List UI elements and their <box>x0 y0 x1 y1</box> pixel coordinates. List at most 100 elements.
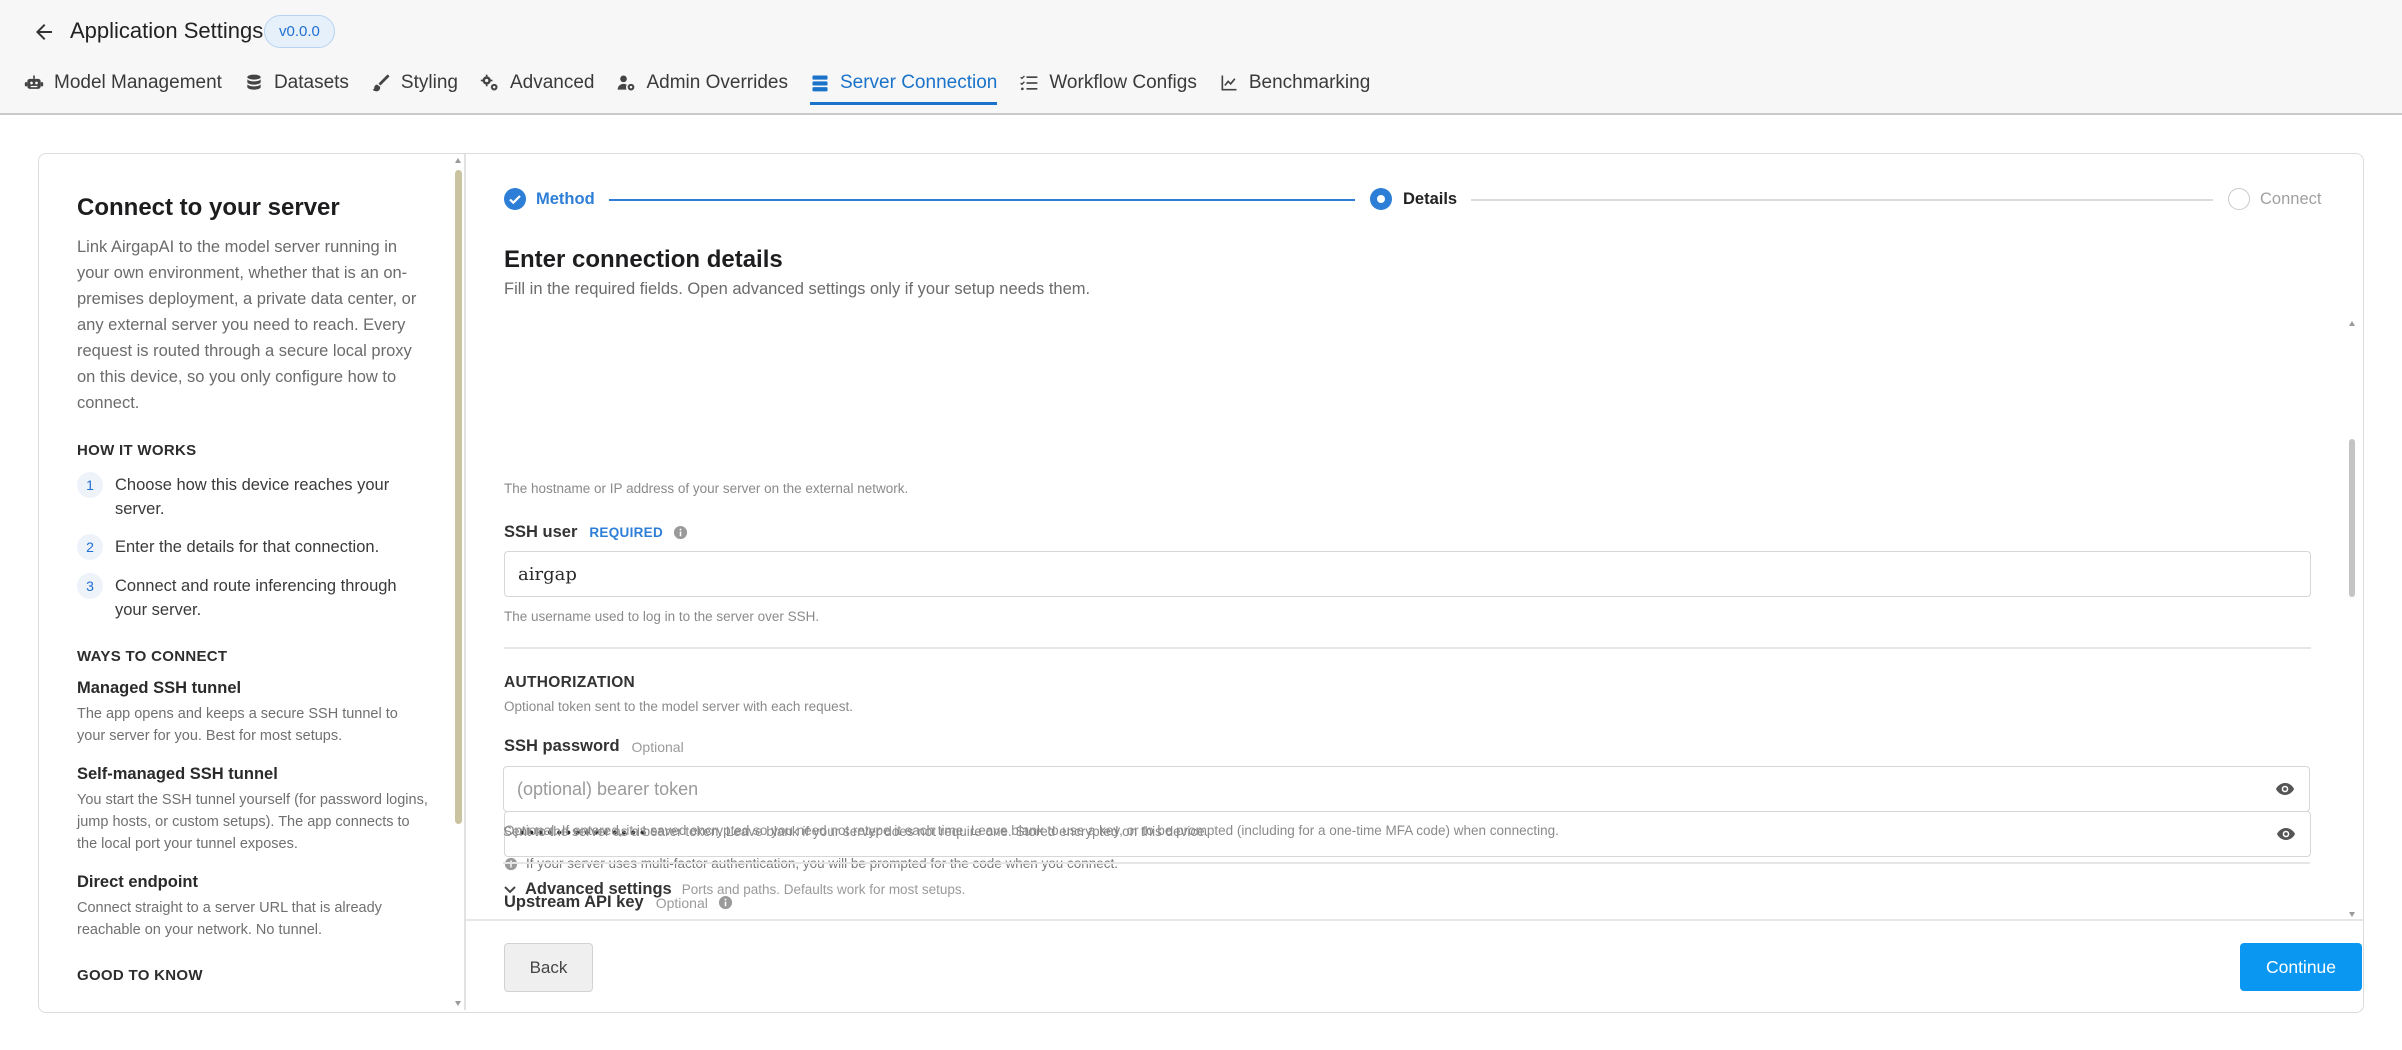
tab-workflow-configs[interactable]: Workflow Configs <box>1019 66 1197 100</box>
ways-to-connect-heading: WAYS TO CONNECT <box>77 648 228 665</box>
chart-line-icon <box>1221 75 1237 91</box>
step-connector-pending <box>1471 199 2213 201</box>
host-help-text: The hostname or IP address of your serve… <box>504 481 909 496</box>
tab-label: Model Management <box>54 72 222 93</box>
required-tag: REQUIRED <box>589 525 664 540</box>
step-number: 2 <box>77 534 103 560</box>
form-subtitle: Fill in the required fields. Open advanc… <box>504 280 1091 298</box>
how-step: 1 Choose how this device reaches your se… <box>77 472 428 521</box>
back-arrow-icon[interactable] <box>32 20 56 44</box>
user-cog-icon <box>618 75 635 91</box>
step-connect-indicator <box>2228 188 2250 210</box>
step-details-indicator <box>1370 188 1392 210</box>
step-number: 3 <box>77 573 103 599</box>
tab-label: Server Connection <box>839 72 998 93</box>
step-number: 1 <box>77 472 103 498</box>
good-to-know-heading: GOOD TO KNOW <box>77 967 203 984</box>
scroll-up-arrow[interactable] <box>2349 321 2355 326</box>
tab-styling[interactable]: Styling <box>371 66 458 100</box>
robot-icon <box>24 75 44 89</box>
how-step: 2 Enter the details for that connection. <box>77 534 428 560</box>
how-it-works-heading: HOW IT WORKS <box>77 442 197 459</box>
advanced-settings-desc: Ports and paths. Defaults work for most … <box>681 882 966 897</box>
api-key-help: Sent to the server as a bearer token. Le… <box>503 824 1209 839</box>
way-desc: Connect straight to a server URL that is… <box>77 900 382 938</box>
page-title: Application Settings <box>70 18 264 43</box>
section-divider <box>504 647 2311 649</box>
section-divider <box>503 862 2310 864</box>
ssh-user-value: airgap <box>518 563 577 585</box>
step-text: Connect and route inferencing through yo… <box>115 577 397 619</box>
header-bar: Application Settings v0.0.0 Model Manage… <box>0 0 2402 115</box>
eye-icon[interactable] <box>2275 781 2295 797</box>
server-icon <box>812 75 828 92</box>
list-check-icon <box>1020 75 1038 91</box>
way-title: Managed SSH tunnel <box>77 679 242 697</box>
connection-card: Connect to your server Link AirgapAI to … <box>38 153 2364 1013</box>
database-icon <box>247 74 261 90</box>
settings-tabs: Model Management Datasets Styling Advanc… <box>24 66 1392 106</box>
tab-label: Datasets <box>273 72 349 93</box>
sidebar-intro: Link AirgapAI to the model server runnin… <box>77 238 417 412</box>
check-icon <box>509 195 521 205</box>
ssh-password-label: SSH password Optional <box>504 737 684 756</box>
scroll-down-arrow[interactable] <box>2349 912 2355 917</box>
way-title: Direct endpoint <box>77 873 199 891</box>
form-title: Enter connection details <box>504 246 783 273</box>
step-details-label: Details <box>1403 190 1458 208</box>
step-text: Choose how this device reaches your serv… <box>115 476 390 518</box>
step-connector-done <box>609 199 1355 201</box>
api-key-input[interactable]: (optional) bearer token <box>503 766 2310 812</box>
ssh-password-label-text: SSH password <box>504 737 620 755</box>
step-method-indicator <box>504 188 526 210</box>
tab-server-connection[interactable]: Server Connection <box>809 66 998 105</box>
mfa-note: If your server uses multi-factor authent… <box>504 856 1118 871</box>
scroll-down-arrow[interactable] <box>455 1001 461 1006</box>
ssh-user-label: SSH user REQUIRED <box>504 523 688 542</box>
ssh-user-input[interactable]: airgap <box>504 551 2311 597</box>
tab-label: Styling <box>400 72 458 93</box>
tab-model-management[interactable]: Model Management <box>24 66 222 100</box>
way-desc: You start the SSH tunnel yourself (for p… <box>77 792 428 852</box>
brush-icon <box>372 74 390 92</box>
authorization-heading: AUTHORIZATION <box>504 674 636 691</box>
how-step: 3 Connect and route inferencing through … <box>77 573 428 622</box>
way-title: Self-managed SSH tunnel <box>77 765 278 783</box>
gears-icon <box>480 74 498 91</box>
tab-label: Advanced <box>509 72 595 93</box>
form-scrollbar[interactable] <box>2346 319 2358 919</box>
scroll-thumb[interactable] <box>2349 439 2355 597</box>
scroll-thumb[interactable] <box>455 170 462 824</box>
info-icon[interactable] <box>673 525 688 540</box>
authorization-subtitle: Optional token sent to the model server … <box>504 699 853 714</box>
eye-icon[interactable] <box>2276 826 2296 842</box>
version-badge: v0.0.0 <box>264 15 335 48</box>
sidebar-title: Connect to your server <box>77 194 340 221</box>
tab-advanced[interactable]: Advanced <box>480 66 595 100</box>
tab-admin-overrides[interactable]: Admin Overrides <box>616 66 788 100</box>
footer-divider <box>466 919 2363 921</box>
way-desc: The app opens and keeps a secure SSH tun… <box>77 706 398 744</box>
ssh-user-help: The username used to log in to the serve… <box>504 609 820 624</box>
step-connect-label: Connect <box>2260 190 2322 208</box>
tab-label: Admin Overrides <box>646 72 788 93</box>
tab-benchmarking[interactable]: Benchmarking <box>1219 66 1370 100</box>
advanced-settings-toggle[interactable]: Advanced settings Ports and paths. Defau… <box>503 880 965 899</box>
step-text: Enter the details for that connection. <box>115 538 380 556</box>
advanced-settings-label: Advanced settings <box>525 880 672 898</box>
continue-button[interactable]: Continue <box>2240 943 2362 991</box>
step-method-label[interactable]: Method <box>536 190 595 209</box>
info-sidebar: Connect to your server Link AirgapAI to … <box>39 154 464 1010</box>
tab-label: Benchmarking <box>1248 72 1371 93</box>
api-key-placeholder: (optional) bearer token <box>517 778 699 799</box>
mfa-note-text: If your server uses multi-factor authent… <box>526 856 1119 871</box>
ssh-user-label-text: SSH user <box>504 523 578 541</box>
scroll-up-arrow[interactable] <box>455 158 461 163</box>
optional-tag: Optional <box>631 738 684 755</box>
wizard-stepper: Method Details Connect <box>466 154 2363 234</box>
chevron-down-icon <box>504 885 516 893</box>
sidebar-scrollbar[interactable] <box>453 154 463 1010</box>
info-icon <box>504 857 518 870</box>
tab-datasets[interactable]: Datasets <box>244 66 349 100</box>
back-button[interactable]: Back <box>504 943 593 992</box>
